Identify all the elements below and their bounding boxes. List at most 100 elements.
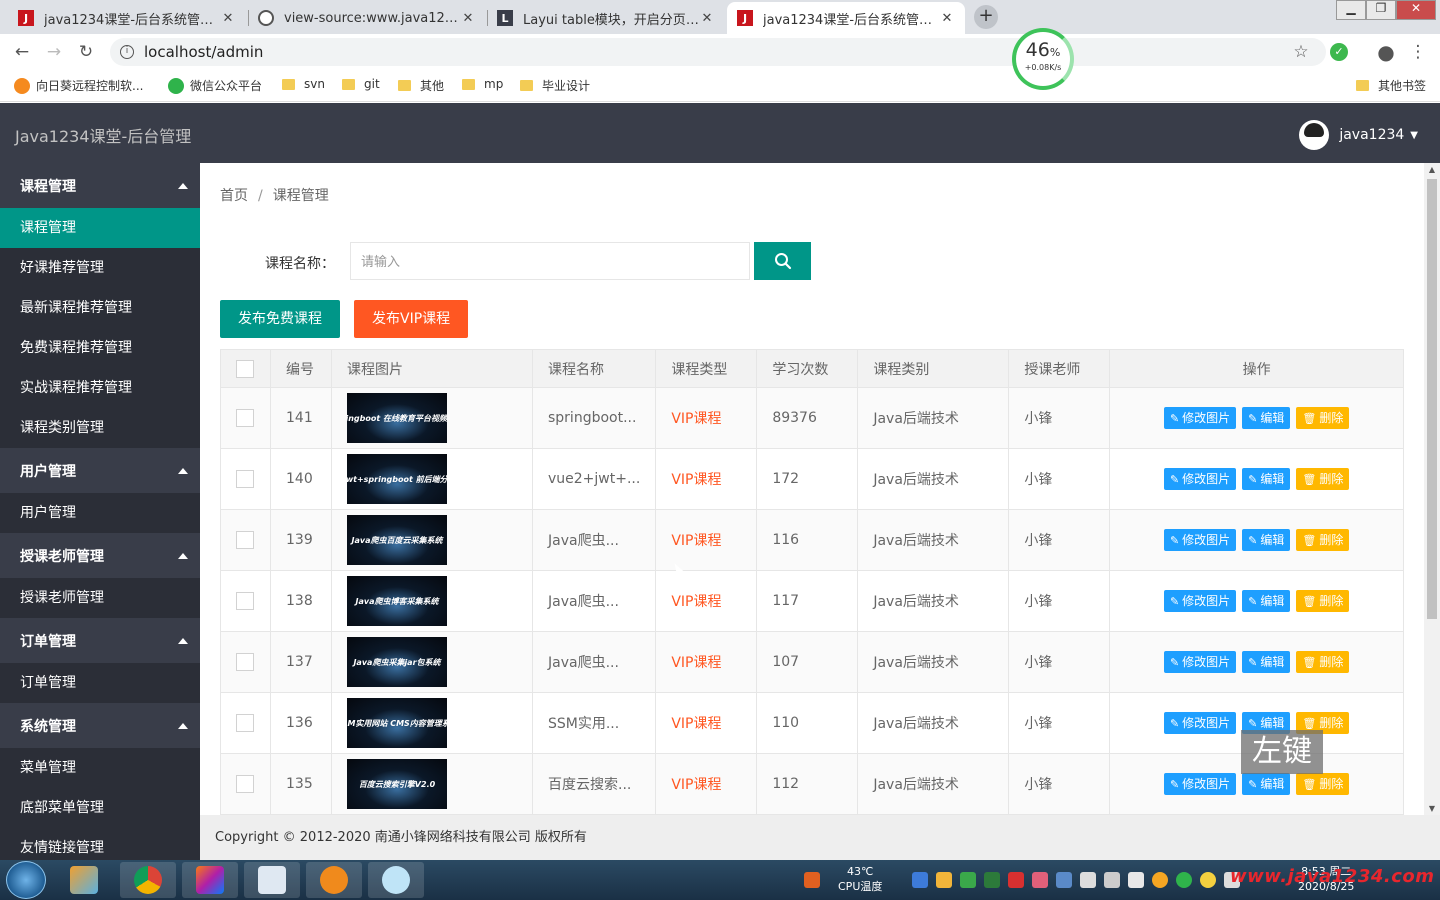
- bookmark-folder-git[interactable]: git: [342, 77, 380, 91]
- sidebar-item-user-management[interactable]: 用户管理: [0, 493, 200, 533]
- close-tab-icon[interactable]: ✕: [939, 11, 955, 26]
- scroll-down-arrow-icon[interactable]: ▼: [1424, 804, 1440, 813]
- delete-button[interactable]: 🗑 删除: [1296, 651, 1350, 673]
- sidebar-item-newest-course[interactable]: 最新课程推荐管理: [0, 288, 200, 328]
- sidebar-item-friend-link-management[interactable]: 友情链接管理: [0, 828, 200, 860]
- reload-icon[interactable]: ↻: [74, 40, 98, 64]
- row-checkbox[interactable]: [236, 470, 254, 488]
- edit-image-button[interactable]: ✎ 修改图片: [1163, 407, 1237, 429]
- bookmark-folder-other[interactable]: 其他: [398, 77, 444, 94]
- table-header-cell[interactable]: 课程类型: [655, 349, 758, 388]
- bookmark-folder-mp[interactable]: mp: [462, 77, 503, 91]
- sidebar-group-order[interactable]: 订单管理: [0, 618, 200, 663]
- edit-button[interactable]: ✎ 编辑: [1242, 773, 1291, 795]
- sidebar-item-teacher-management[interactable]: 授课老师管理: [0, 578, 200, 618]
- bookmark-sunlogin[interactable]: 向日葵远程控制软...: [14, 77, 143, 94]
- user-menu[interactable]: java1234 ▼: [1299, 120, 1418, 150]
- new-tab-button[interactable]: +: [974, 5, 998, 29]
- sidebar-group-course[interactable]: 课程管理: [0, 163, 200, 208]
- scroll-up-arrow-icon[interactable]: ▲: [1424, 165, 1440, 174]
- address-bar[interactable]: i localhost/admin: [110, 38, 1326, 66]
- edit-button[interactable]: ✎ 编辑: [1242, 590, 1291, 612]
- edit-image-button[interactable]: ✎ 修改图片: [1163, 773, 1237, 795]
- row-select-cell[interactable]: [220, 448, 271, 510]
- tray-orange-icon[interactable]: [1152, 872, 1168, 888]
- sidebar-group-user[interactable]: 用户管理: [0, 448, 200, 493]
- table-header-cell[interactable]: 学习次数: [756, 349, 859, 388]
- breadcrumb-home[interactable]: 首页: [220, 188, 248, 204]
- tray-shield-icon[interactable]: [960, 872, 976, 888]
- sidebar-item-good-course[interactable]: 好课推荐管理: [0, 248, 200, 288]
- tray-app-icon[interactable]: [1008, 872, 1024, 888]
- row-checkbox[interactable]: [236, 409, 254, 427]
- select-all-checkbox[interactable]: [236, 359, 254, 378]
- info-icon[interactable]: i: [120, 45, 134, 59]
- page-scrollbar[interactable]: ▲ ▼: [1424, 163, 1440, 815]
- row-select-cell[interactable]: [220, 570, 271, 632]
- tray-cube-icon[interactable]: [912, 872, 928, 888]
- tray-document-icon[interactable]: [1080, 872, 1096, 888]
- close-tab-icon[interactable]: ✕: [699, 11, 715, 26]
- row-checkbox[interactable]: [236, 592, 254, 610]
- close-tab-icon[interactable]: ✕: [460, 11, 476, 26]
- tray-display-icon[interactable]: [1104, 872, 1120, 888]
- course-name-search-input[interactable]: [350, 242, 750, 280]
- sidebar-group-system[interactable]: 系统管理: [0, 703, 200, 748]
- table-header-cell[interactable]: 课程类别: [857, 349, 1010, 388]
- row-checkbox[interactable]: [236, 531, 254, 549]
- profile-icon[interactable]: ●: [1374, 40, 1398, 64]
- tray-network-icon[interactable]: [1056, 872, 1072, 888]
- row-checkbox[interactable]: [236, 714, 254, 732]
- taskbar-app-screen-recorder[interactable]: [368, 862, 424, 898]
- wechat-icon[interactable]: [1176, 872, 1192, 888]
- notification-bell-icon[interactable]: [1128, 872, 1144, 888]
- forward-arrow-icon[interactable]: →: [42, 40, 66, 64]
- scrollbar-thumb[interactable]: [1427, 179, 1437, 619]
- sidebar-item-order-management[interactable]: 订单管理: [0, 663, 200, 703]
- edit-button[interactable]: ✎ 编辑: [1242, 529, 1291, 551]
- search-button[interactable]: [754, 242, 811, 280]
- sidebar-item-free-course[interactable]: 免费课程推荐管理: [0, 328, 200, 368]
- browser-tab[interactable]: L Layui table模块，开启分页 - 在 ✕: [487, 2, 725, 34]
- row-checkbox[interactable]: [236, 653, 254, 671]
- tray-add-icon[interactable]: [1200, 872, 1216, 888]
- bookmark-folder-svn[interactable]: svn: [282, 77, 325, 91]
- edit-image-button[interactable]: ✎ 修改图片: [1163, 590, 1237, 612]
- edit-button[interactable]: ✎ 编辑: [1242, 407, 1291, 429]
- header-select-all[interactable]: [220, 349, 271, 388]
- extension-check-icon[interactable]: ✓: [1330, 43, 1348, 61]
- tray-gpu-icon[interactable]: [984, 872, 1000, 888]
- edit-image-button[interactable]: ✎ 修改图片: [1163, 712, 1237, 734]
- browser-tab-active[interactable]: J java1234课堂-后台系统管理页面 ✕: [727, 2, 965, 34]
- menu-dots-icon[interactable]: ⋮: [1406, 40, 1430, 64]
- table-header-cell[interactable]: 授课老师: [1008, 349, 1111, 388]
- edit-button[interactable]: ✎ 编辑: [1242, 468, 1291, 490]
- sidebar-item-course-category[interactable]: 课程类别管理: [0, 408, 200, 448]
- delete-button[interactable]: 🗑 删除: [1296, 773, 1350, 795]
- taskbar-app-intellij[interactable]: [182, 862, 238, 898]
- publish-vip-course-button[interactable]: 发布VIP课程: [354, 300, 469, 338]
- edit-image-button[interactable]: ✎ 修改图片: [1163, 651, 1237, 673]
- row-select-cell[interactable]: [220, 631, 271, 693]
- delete-button[interactable]: 🗑 删除: [1296, 407, 1350, 429]
- browser-tab[interactable]: view-source:www.java1234.vip ✕: [248, 2, 486, 34]
- delete-button[interactable]: 🗑 删除: [1296, 590, 1350, 612]
- tray-folder-icon[interactable]: [936, 872, 952, 888]
- edit-image-button[interactable]: ✎ 修改图片: [1163, 529, 1237, 551]
- table-header-cell[interactable]: 编号: [270, 349, 332, 388]
- taskbar-app-photos[interactable]: [56, 862, 112, 898]
- sidebar-item-practical-course[interactable]: 实战课程推荐管理: [0, 368, 200, 408]
- row-select-cell[interactable]: [220, 509, 271, 571]
- browser-tab[interactable]: J java1234课堂-后台系统管理页面 ✕: [8, 2, 246, 34]
- taskbar-app-chrome[interactable]: [120, 862, 176, 898]
- taskbar-app-settings[interactable]: [306, 862, 362, 898]
- tray-flower-icon[interactable]: [1032, 872, 1048, 888]
- edit-image-button[interactable]: ✎ 修改图片: [1163, 468, 1237, 490]
- close-window-button[interactable]: ✕: [1396, 0, 1436, 20]
- sidebar-item-bottom-menu-management[interactable]: 底部菜单管理: [0, 788, 200, 828]
- restore-window-button[interactable]: ❐: [1366, 0, 1396, 20]
- close-tab-icon[interactable]: ✕: [220, 11, 236, 26]
- row-checkbox[interactable]: [236, 775, 254, 793]
- sidebar-group-teacher[interactable]: 授课老师管理: [0, 533, 200, 578]
- bookmark-wechat[interactable]: 微信公众平台: [168, 77, 262, 94]
